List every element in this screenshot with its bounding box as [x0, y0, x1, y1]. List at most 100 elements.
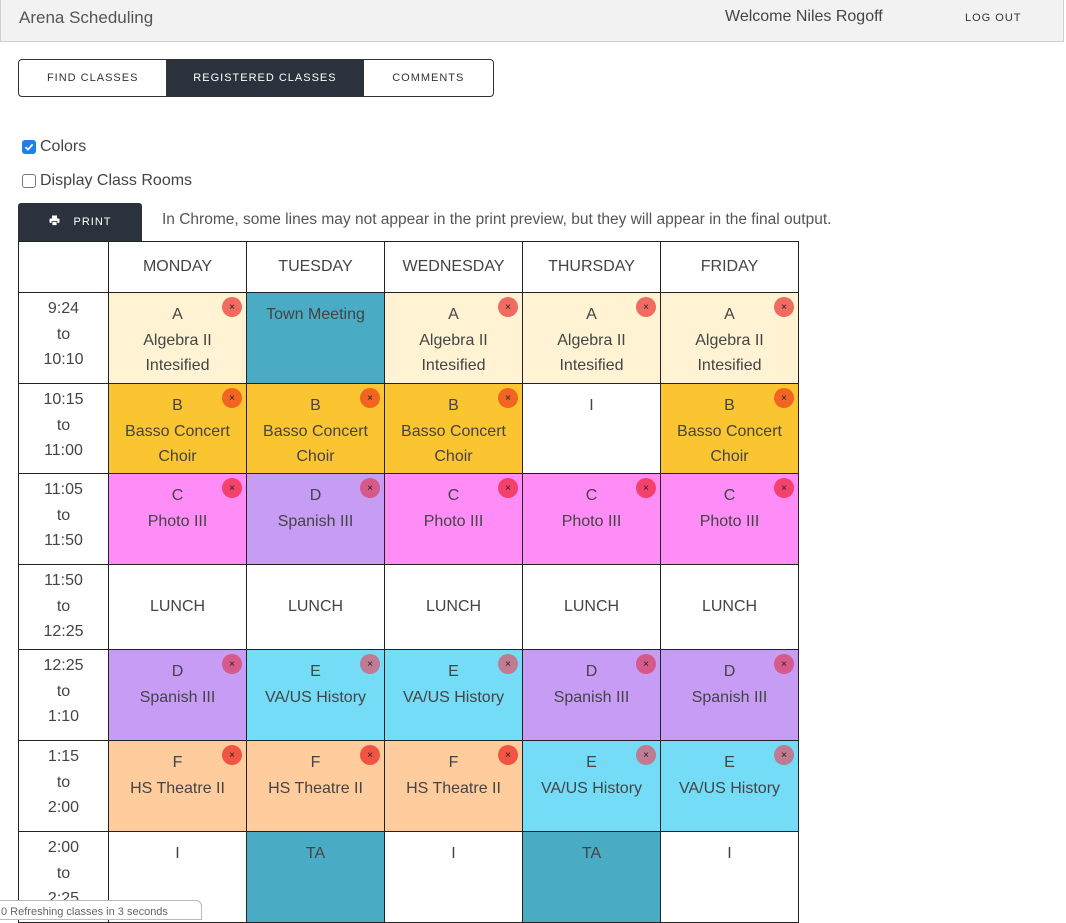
day-header-row: MONDAY TUESDAY WEDNESDAY THURSDAY FRIDAY: [18, 241, 799, 293]
remove-class-icon[interactable]: ×: [774, 654, 794, 674]
logout-link[interactable]: LOG OUT: [965, 12, 1022, 24]
class-cell: A Algebra II Intesified ×: [108, 292, 247, 384]
time-line: 10:15: [43, 391, 84, 408]
time-cell: 12:25 to 1:10: [18, 649, 109, 741]
class-info: LUNCH: [523, 594, 660, 620]
class-cell: I: [384, 831, 523, 923]
period-row: 1:15 to 2:00 F HS Theatre II × F HS Theatre II ×…: [18, 740, 799, 832]
print-button[interactable]: PRINT: [18, 203, 142, 241]
day-header: MONDAY: [108, 241, 247, 293]
remove-class-icon[interactable]: ×: [222, 654, 242, 674]
class-info: Town Meeting: [247, 293, 384, 328]
class-info: I: [523, 384, 660, 419]
time-cell: 11:50 to 12:25: [18, 564, 109, 650]
tab-registered-classes[interactable]: REGISTERED CLASSES: [167, 60, 364, 96]
remove-class-icon[interactable]: ×: [774, 297, 794, 317]
tab-find-classes[interactable]: FIND CLASSES: [19, 60, 168, 96]
class-info: LUNCH: [661, 594, 798, 620]
class-text: HS Theatre II: [406, 779, 501, 797]
class-text: Spanish III: [691, 688, 768, 706]
colors-checkbox[interactable]: [22, 140, 36, 154]
period-row: 11:05 to 11:50 C Photo III × D Spanish III × C Pho…: [18, 473, 799, 565]
period-row: 9:24 to 10:10 A Algebra II Intesified × Town Me…: [18, 292, 799, 384]
class-cell: E VA/US History ×: [522, 740, 661, 832]
remove-class-icon[interactable]: ×: [498, 654, 518, 674]
time-line: 12:25: [43, 623, 84, 640]
class-info: TA: [247, 832, 384, 867]
class-cell: LUNCH: [108, 564, 247, 650]
class-cell: A Algebra II Intesified ×: [384, 292, 523, 384]
remove-class-icon[interactable]: ×: [222, 297, 242, 317]
remove-class-icon[interactable]: ×: [636, 478, 656, 498]
time-line: to: [56, 506, 71, 524]
time-line: to: [56, 682, 71, 700]
class-cell: A Algebra II Intesified ×: [660, 292, 799, 384]
class-text: Spanish III: [553, 688, 630, 706]
day-header: FRIDAY: [660, 241, 799, 293]
time-line: to: [56, 325, 71, 343]
remove-class-icon[interactable]: ×: [498, 388, 518, 408]
class-text: LUNCH: [701, 598, 758, 616]
remove-class-icon[interactable]: ×: [498, 478, 518, 498]
remove-class-icon[interactable]: ×: [498, 745, 518, 765]
class-cell: E VA/US History ×: [660, 740, 799, 832]
class-text: VA/US History: [678, 779, 781, 797]
remove-class-icon[interactable]: ×: [222, 478, 242, 498]
remove-class-icon[interactable]: ×: [222, 388, 242, 408]
class-text: Intesified: [559, 357, 624, 374]
class-text: TA: [581, 845, 602, 862]
time-line: to: [56, 597, 71, 615]
welcome-text: Welcome Niles Rogoff: [725, 8, 883, 25]
time-line: 1:15: [47, 748, 80, 765]
class-info: I: [385, 832, 522, 867]
class-cell: B Basso Concert Choir ×: [246, 383, 385, 474]
class-cell: D Spanish III ×: [108, 649, 247, 741]
class-cell: I: [522, 383, 661, 474]
time-line: 1:10: [47, 708, 80, 725]
remove-class-icon[interactable]: ×: [360, 745, 380, 765]
time-cell: 11:05 to 11:50: [18, 473, 109, 565]
remove-class-icon[interactable]: ×: [774, 478, 794, 498]
class-text: Spanish III: [277, 512, 354, 530]
period-row: 10:15 to 11:00 B Basso Concert Choir × B Basso C…: [18, 383, 799, 474]
class-info: LUNCH: [385, 594, 522, 620]
class-text: Choir: [710, 448, 749, 465]
colors-option: Colors: [22, 138, 86, 156]
remove-class-icon[interactable]: ×: [774, 388, 794, 408]
class-text: LUNCH: [563, 598, 620, 616]
remove-class-icon[interactable]: ×: [498, 297, 518, 317]
class-text: HS Theatre II: [130, 779, 225, 797]
remove-class-icon[interactable]: ×: [222, 745, 242, 765]
class-text: Town Meeting: [266, 306, 365, 323]
class-cell: B Basso Concert Choir ×: [660, 383, 799, 474]
time-line: 11:05: [44, 481, 83, 498]
class-text: Basso Concert: [125, 422, 230, 440]
class-cell: LUNCH: [660, 564, 799, 650]
check-icon: [24, 143, 34, 151]
time-line: 2:00: [47, 799, 80, 816]
time-line: to: [56, 416, 71, 434]
remove-class-icon[interactable]: ×: [636, 745, 656, 765]
time-line: 11:50: [44, 532, 83, 549]
class-text: Algebra II: [557, 331, 626, 349]
remove-class-icon[interactable]: ×: [774, 745, 794, 765]
remove-class-icon[interactable]: ×: [636, 654, 656, 674]
colors-label: Colors: [40, 138, 87, 155]
remove-class-icon[interactable]: ×: [636, 297, 656, 317]
class-text: VA/US History: [264, 688, 367, 706]
class-cell: D Spanish III ×: [522, 649, 661, 741]
time-cell: 1:15 to 2:00: [18, 740, 109, 832]
class-info: LUNCH: [109, 594, 246, 620]
time-cell: 10:15 to 11:00: [18, 383, 109, 474]
class-text: TA: [305, 845, 326, 862]
rooms-checkbox[interactable]: [22, 174, 36, 188]
time-cell: 9:24 to 10:10: [18, 292, 109, 384]
remove-class-icon[interactable]: ×: [360, 388, 380, 408]
remove-class-icon[interactable]: ×: [360, 654, 380, 674]
class-text: Intesified: [421, 357, 486, 374]
class-cell: E VA/US History ×: [384, 649, 523, 741]
refresh-status: 0 Refreshing classes in 3 seconds: [0, 900, 202, 920]
tab-bar: FIND CLASSES REGISTERED CLASSES COMMENTS: [18, 59, 494, 97]
remove-class-icon[interactable]: ×: [360, 478, 380, 498]
tab-comments[interactable]: COMMENTS: [364, 60, 493, 96]
